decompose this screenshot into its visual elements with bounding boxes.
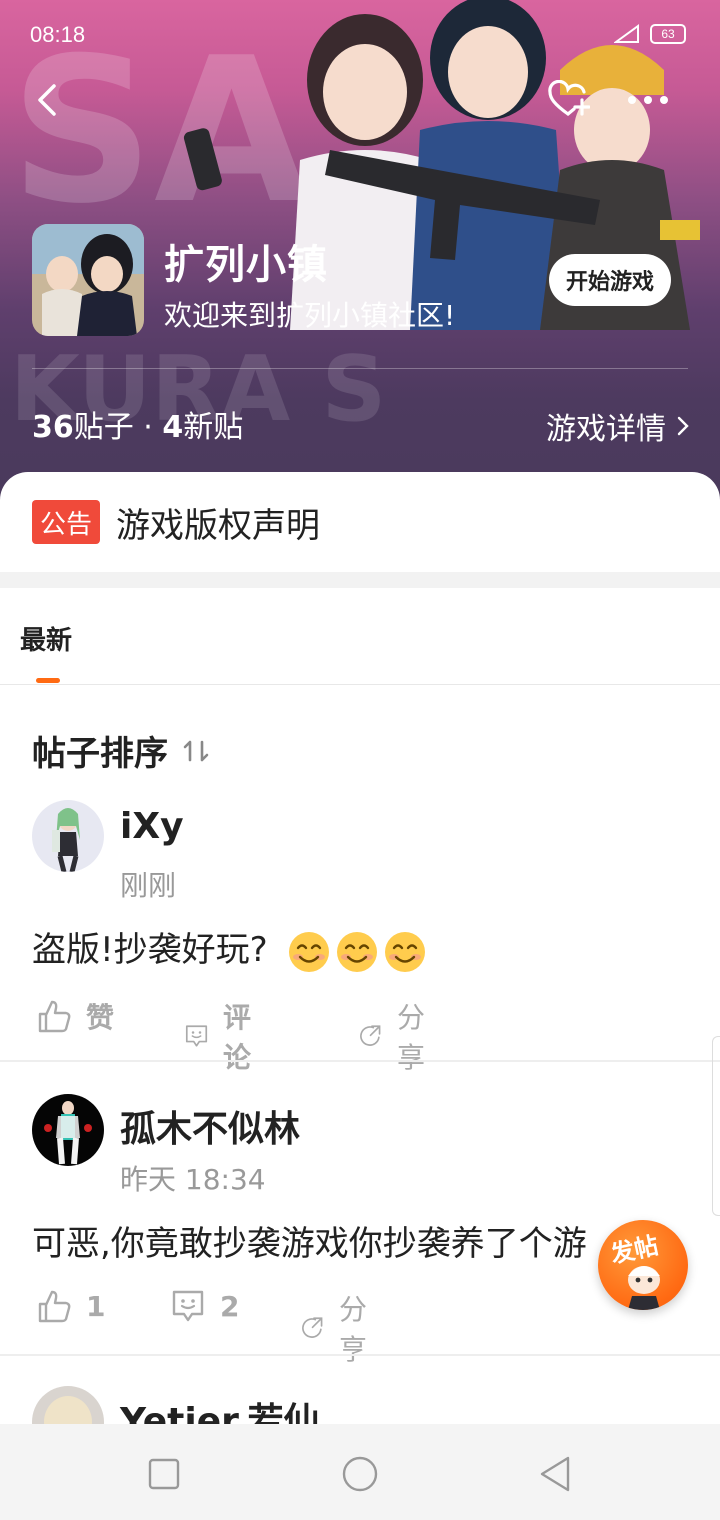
comment-button[interactable]: 评论 [184, 996, 262, 1076]
game-icon [32, 224, 144, 336]
smile-emoji-icon [336, 931, 377, 972]
status-bar: 08:18 63 [0, 0, 720, 72]
chevron-right-icon [677, 416, 689, 436]
avatar[interactable] [32, 1386, 104, 1424]
emoji-row [287, 930, 427, 974]
tab-divider [0, 684, 720, 685]
start-game-button[interactable]: 开始游戏 [549, 254, 671, 306]
section-gap [0, 572, 720, 588]
post-author[interactable]: 孤木不似林 [120, 1100, 300, 1152]
post-author[interactable]: Yetier.若仙 [120, 1392, 319, 1424]
like-button[interactable]: 1 [36, 1288, 105, 1324]
comment-label: 评论 [223, 1001, 252, 1074]
comment-count: 2 [220, 1289, 240, 1323]
comment-button[interactable]: 2 [170, 1288, 239, 1324]
like-count: 1 [86, 1289, 106, 1323]
back-chevron-icon[interactable] [28, 80, 68, 120]
share-button[interactable]: 分享 [300, 1288, 378, 1368]
post-time: 昨天 18:34 [120, 1163, 266, 1196]
circle-icon[interactable] [340, 1454, 380, 1494]
post-text-body: 盗版!抄袭好玩? [32, 930, 268, 970]
sort-arrows-icon [183, 740, 209, 761]
share-label: 分享 [397, 1001, 426, 1074]
post-text[interactable]: 可恶,你竟敢抄袭游戏你抄袭养了个游 [32, 1216, 587, 1265]
posts-label: 贴子 [73, 410, 134, 445]
notice-row[interactable]: 公告 游戏版权声明 [32, 500, 321, 546]
like-button[interactable]: 赞 [36, 996, 114, 1036]
triangle-back-icon[interactable] [536, 1454, 576, 1494]
like-label: 赞 [86, 1001, 115, 1034]
share-icon [302, 1317, 323, 1338]
share-button[interactable]: 分享 [358, 996, 436, 1076]
post-divider [0, 1354, 720, 1356]
game-subtitle: 欢迎来到扩列小镇社区! [164, 299, 456, 332]
posts-count: 36 [32, 410, 74, 445]
system-navigation-bar [0, 1424, 720, 1520]
smile-emoji-icon [384, 931, 425, 972]
battery-indicator: 63 [650, 24, 686, 44]
comment-icon [172, 1290, 204, 1322]
share-icon [360, 1025, 381, 1046]
comment-icon [185, 1025, 208, 1047]
share-label: 分享 [339, 1293, 368, 1366]
community-header: SA KURA S 08:18 63 扩列小镇 欢迎来到扩列小镇社区! 开始游戏… [0, 0, 720, 500]
new-posts-count: 4 [162, 410, 184, 445]
smile-emoji-icon [288, 931, 329, 972]
tab-latest[interactable]: 最新 [20, 620, 72, 657]
post-stats: 36贴子 · 4新贴 [32, 402, 243, 446]
thumbs-up-icon [38, 1290, 71, 1323]
post-sort[interactable]: 帖子排序 [32, 726, 210, 775]
game-detail-label: 游戏详情 [546, 412, 666, 447]
heart-plus-icon[interactable] [546, 80, 590, 120]
square-icon[interactable] [144, 1454, 184, 1494]
status-icons: 63 [614, 24, 686, 44]
post-text[interactable]: 盗版!抄袭好玩? [32, 922, 427, 974]
post-author[interactable]: iXy [120, 806, 184, 847]
avatar[interactable] [32, 800, 104, 872]
header-divider [32, 368, 688, 369]
notice-text: 游戏版权声明 [116, 505, 321, 546]
signal-icon [614, 24, 639, 43]
game-title: 扩列小镇 [164, 242, 328, 288]
tab-active-indicator [36, 678, 60, 683]
post-time: 刚刚 [120, 869, 177, 902]
create-post-button[interactable]: 发帖 [598, 1220, 688, 1310]
notice-badge: 公告 [32, 500, 101, 544]
game-detail-link[interactable]: 游戏详情 [546, 404, 690, 448]
status-time: 08:18 [30, 22, 86, 47]
scroll-indicator [712, 1036, 720, 1216]
post-divider [0, 1060, 720, 1062]
sort-label: 帖子排序 [32, 734, 168, 774]
new-posts-label: 新贴 [183, 410, 244, 445]
avatar[interactable] [32, 1094, 104, 1166]
more-dots-icon[interactable] [626, 82, 670, 118]
thumbs-up-icon [38, 1000, 71, 1033]
stats-separator: · [133, 410, 163, 445]
